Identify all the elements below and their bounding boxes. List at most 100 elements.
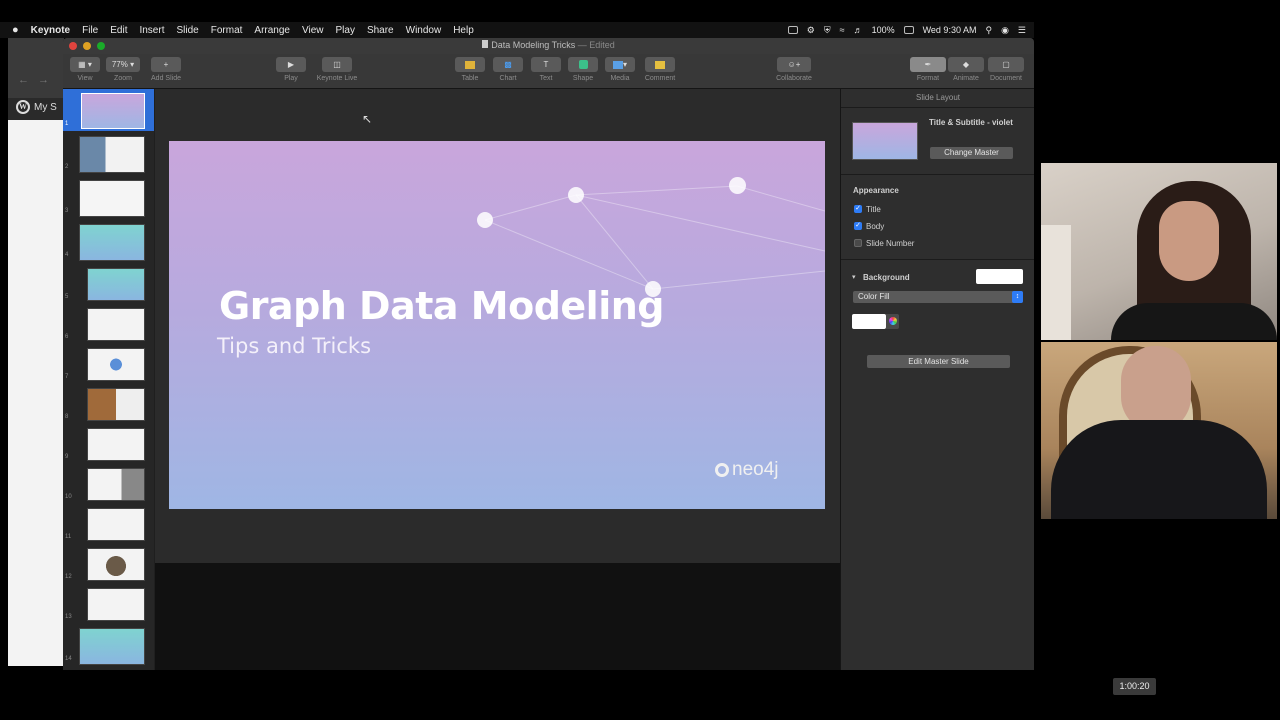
slide-thumb-row-6[interactable]: 6 — [63, 306, 154, 344]
menu-share[interactable]: Share — [367, 25, 394, 36]
site-name: My S — [34, 101, 57, 113]
apple-menu-icon[interactable]: ● — [12, 24, 19, 36]
view-icon: ▦ ▾ — [70, 57, 100, 72]
video-timestamp: 1:00:20 — [1113, 678, 1156, 695]
menu-play[interactable]: Play — [335, 25, 354, 36]
forward-arrow-icon[interactable]: → — [38, 74, 49, 86]
menu-edit[interactable]: Edit — [110, 25, 127, 36]
participant-face — [1159, 201, 1219, 281]
screen-share-icon[interactable] — [787, 26, 798, 34]
shape-tool[interactable]: Shape — [566, 57, 600, 82]
chart-tool[interactable]: ▩ Chart — [491, 57, 525, 82]
inspector-divider — [841, 259, 1034, 260]
browser-page — [8, 120, 64, 666]
menu-slide[interactable]: Slide — [176, 25, 198, 36]
shield-icon[interactable]: ⛨ — [824, 25, 831, 36]
view-tool[interactable]: ▦ ▾ View — [69, 57, 101, 82]
network-node-decoration — [477, 212, 493, 228]
format-inspector: Slide Layout Title & Subtitle - violet C… — [840, 89, 1034, 670]
battery-icon — [903, 26, 914, 34]
edited-status: — Edited — [577, 40, 615, 50]
keynote-live-tool[interactable]: ◫ Keynote Live — [313, 57, 361, 82]
wordpress-bar[interactable]: W My S — [16, 100, 57, 114]
document-name: Data Modeling Tricks — [491, 40, 576, 50]
slide-thumb-row-11[interactable]: 11 — [63, 506, 154, 544]
inspector-header: Slide Layout — [915, 93, 961, 102]
slide-thumb-row-1[interactable]: 1 — [63, 89, 154, 131]
collaborate-tool[interactable]: ☺+ Collaborate — [771, 57, 817, 82]
table-tool[interactable]: Table — [453, 57, 487, 82]
gear-icon[interactable]: ⚙ — [807, 25, 815, 36]
add-slide-tool[interactable]: + Add Slide — [147, 57, 185, 82]
zoom-tool[interactable]: 77% ▾ Zoom — [105, 57, 141, 82]
neo4j-logo: neo4j — [715, 459, 779, 481]
slide-thumb-row-10[interactable]: 10 — [63, 466, 154, 504]
siri-icon[interactable]: ◉ — [1001, 25, 1009, 36]
slide[interactable]: Graph Data Modeling Tips and Tricks neo4… — [169, 141, 825, 509]
media-label: Media — [610, 75, 630, 82]
fill-color-well[interactable] — [852, 314, 886, 329]
edit-master-slide-button[interactable]: Edit Master Slide — [867, 355, 1010, 368]
title-option-label: Title — [866, 205, 881, 214]
slide-title[interactable]: Graph Data Modeling — [219, 284, 664, 328]
menu-file[interactable]: File — [82, 25, 98, 36]
media-tool[interactable]: ▾ Media — [603, 57, 637, 82]
slide-thumb-row-7[interactable]: 7 — [63, 346, 154, 384]
browser-toolbar: ← → — [8, 38, 64, 98]
clock[interactable]: Wed 9:30 AM — [923, 25, 977, 35]
document-label: Document — [990, 75, 1022, 82]
text-tool[interactable]: T Text — [529, 57, 563, 82]
neo4j-wordmark: neo4j — [732, 459, 779, 480]
slide-thumb-row-3[interactable]: 3 — [63, 178, 154, 218]
menu-keynote[interactable]: Keynote — [31, 25, 70, 36]
slide-thumb-row-4[interactable]: 4 — [63, 222, 154, 262]
text-icon: T — [531, 57, 561, 72]
slide-thumb-row-12[interactable]: 12 — [63, 546, 154, 584]
menu-format[interactable]: Format — [211, 25, 243, 36]
slide-number: 8 — [65, 414, 69, 420]
background-browser-window: ← → W My S — [8, 38, 64, 666]
slide-number: 1 — [65, 121, 69, 127]
play-label: Play — [284, 75, 298, 82]
slide-thumbnail — [87, 428, 145, 461]
slide-number-checkbox[interactable] — [854, 239, 862, 247]
title-checkbox[interactable]: ✓ — [854, 205, 862, 213]
slide-thumb-row-14[interactable]: 14 — [63, 626, 154, 666]
battery-percent[interactable]: 100% — [872, 25, 895, 35]
volume-icon[interactable]: ♬ — [854, 25, 863, 35]
spotlight-icon[interactable]: ⚲ — [985, 25, 992, 36]
slide-number-option-label: Slide Number — [866, 239, 915, 248]
background-color-swatch[interactable] — [976, 269, 1023, 284]
menu-help[interactable]: Help — [453, 25, 474, 36]
slide-subtitle[interactable]: Tips and Tricks — [217, 334, 371, 358]
wordpress-logo-icon: W — [16, 100, 30, 114]
document-tool[interactable]: ▢ Document — [986, 57, 1026, 82]
slide-thumb-row-8[interactable]: 8 — [63, 386, 154, 424]
disclosure-triangle-icon[interactable]: ▾ — [852, 273, 856, 281]
menu-window[interactable]: Window — [406, 25, 442, 36]
slide-thumb-row-5[interactable]: 5 — [63, 266, 154, 304]
body-checkbox[interactable]: ✓ — [854, 222, 862, 230]
slide-thumb-row-2[interactable]: 2 — [63, 134, 154, 174]
slide-thumb-row-9[interactable]: 9 — [63, 426, 154, 464]
slide-thumb-row-13[interactable]: 13 — [63, 586, 154, 624]
back-arrow-icon[interactable]: ← — [18, 74, 29, 86]
network-node-decoration — [729, 177, 746, 194]
menu-insert[interactable]: Insert — [139, 25, 164, 36]
collaborate-icon: ☺+ — [777, 57, 811, 72]
add-slide-label: Add Slide — [151, 75, 181, 82]
wifi-icon[interactable]: ≈ — [840, 25, 845, 35]
format-tool[interactable]: ✒ Format — [910, 57, 946, 82]
animate-tool[interactable]: ◆ Animate — [948, 57, 984, 82]
slide-thumbnail — [79, 180, 145, 217]
menu-view[interactable]: View — [302, 25, 324, 36]
change-master-button[interactable]: Change Master — [930, 147, 1013, 159]
color-wheel-icon[interactable] — [886, 314, 899, 329]
slide-thumbnail — [87, 468, 145, 501]
master-thumbnail[interactable] — [852, 122, 918, 160]
comment-tool[interactable]: Comment — [640, 57, 680, 82]
menu-arrange[interactable]: Arrange — [254, 25, 290, 36]
play-tool[interactable]: ▶ Play — [273, 57, 309, 82]
fill-type-select[interactable]: Color Fill ↕ — [853, 291, 1023, 303]
notification-center-icon[interactable]: ☰ — [1018, 25, 1026, 36]
